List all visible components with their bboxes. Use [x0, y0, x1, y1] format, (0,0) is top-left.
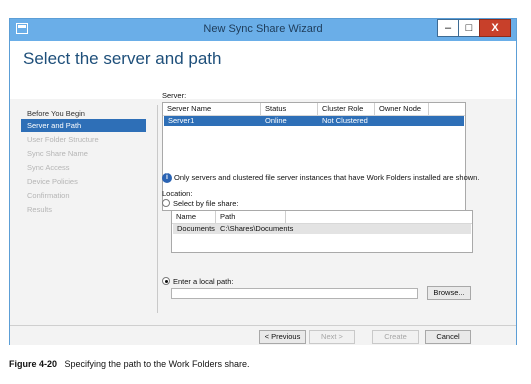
- minimize-button[interactable]: –: [437, 19, 459, 37]
- nav-item-server-and-path[interactable]: Server and Path: [21, 119, 146, 132]
- cell-owner-node: [375, 116, 379, 126]
- figure-number: Figure 4-20: [9, 359, 58, 369]
- nav-item-user-folder-structure: User Folder Structure: [27, 135, 99, 144]
- nav-item-sync-access: Sync Access: [27, 163, 70, 172]
- table-row[interactable]: Documents C:\Shares\Documents: [173, 224, 471, 234]
- browse-button[interactable]: Browse...: [427, 286, 471, 300]
- column-header-name[interactable]: Name: [172, 211, 216, 223]
- cell-status: Online: [265, 116, 287, 125]
- column-header-status[interactable]: Status: [261, 103, 318, 115]
- cell-server-name: Server1: [168, 116, 195, 125]
- nav-item-device-policies: Device Policies: [27, 177, 78, 186]
- nav-divider: [157, 105, 158, 313]
- close-button[interactable]: X: [479, 19, 511, 37]
- column-header-cluster-role[interactable]: Cluster Role: [318, 103, 375, 115]
- previous-button[interactable]: < Previous: [259, 330, 306, 344]
- local-path-label[interactable]: Enter a local path:: [173, 277, 233, 286]
- wizard-window: New Sync Share Wizard – □ X Select the s…: [9, 18, 517, 345]
- local-path-radio[interactable]: [162, 277, 170, 285]
- wizard-footer: < Previous Next > Create Cancel: [10, 325, 516, 345]
- nav-item-sync-share-name: Sync Share Name: [27, 149, 88, 158]
- file-share-label[interactable]: Select by file share:: [173, 199, 238, 208]
- local-path-input[interactable]: [171, 288, 418, 299]
- info-text: Only servers and clustered file server i…: [174, 173, 480, 182]
- caption-text: Specifying the path to the Work Folders …: [64, 359, 250, 369]
- figure-caption: Figure 4-20 Specifying the path to the W…: [9, 359, 249, 369]
- cancel-button[interactable]: Cancel: [425, 330, 471, 344]
- column-header-owner-node[interactable]: Owner Node: [375, 103, 429, 115]
- column-header-server-name[interactable]: Server Name: [163, 103, 261, 115]
- nav-item-results: Results: [27, 205, 53, 214]
- next-button[interactable]: Next >: [309, 330, 355, 344]
- title-bar[interactable]: New Sync Share Wizard – □ X: [10, 19, 516, 41]
- nav-item-confirmation: Confirmation: [27, 191, 70, 200]
- wizard-header: Select the server and path: [10, 41, 516, 99]
- file-share-list[interactable]: Name Path Documents C:\Shares\Documents: [171, 210, 473, 253]
- maximize-button[interactable]: □: [458, 19, 480, 37]
- cell-share-path: C:\Shares\Documents: [220, 224, 294, 233]
- location-label: Location:: [162, 189, 193, 198]
- column-header-path[interactable]: Path: [216, 211, 286, 223]
- info-message: i Only servers and clustered file server…: [162, 173, 479, 183]
- create-button[interactable]: Create: [372, 330, 419, 344]
- cell-cluster-role: Not Clustered: [322, 116, 368, 125]
- file-share-radio[interactable]: [162, 199, 170, 207]
- cell-share-name: Documents: [177, 224, 215, 233]
- page-title: Select the server and path: [23, 49, 222, 68]
- server-label: Server:: [162, 91, 187, 100]
- server-list[interactable]: Server Name Status Cluster Role Owner No…: [162, 102, 466, 211]
- table-row[interactable]: Server1 Online Not Clustered: [164, 116, 464, 126]
- info-icon: i: [162, 173, 172, 183]
